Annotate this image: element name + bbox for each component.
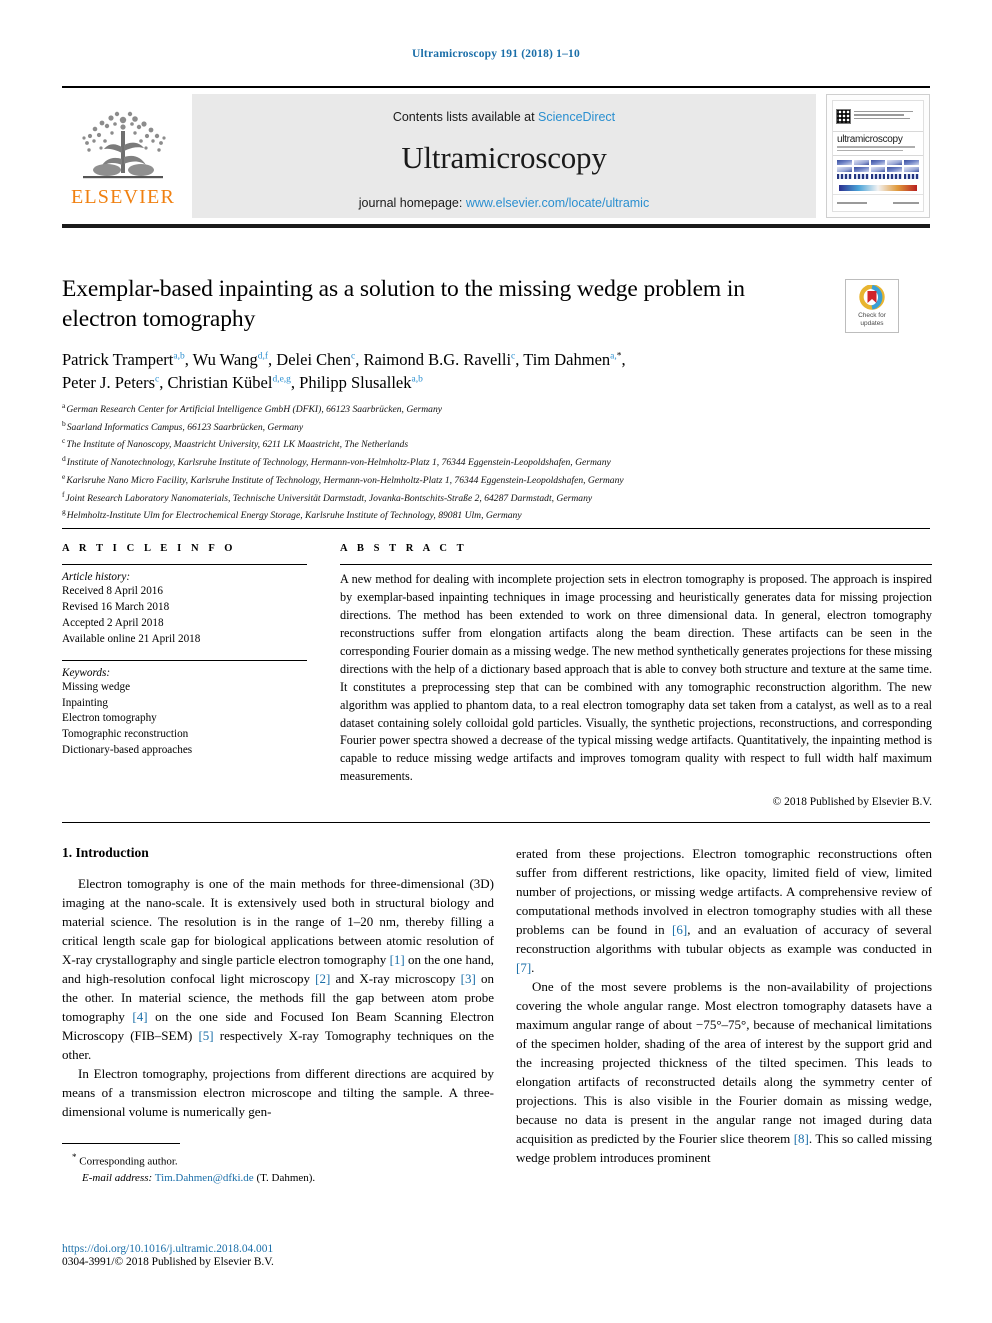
- intro-paragraph-1: Electron tomography is one of the main m…: [62, 876, 494, 1062]
- title-block: Exemplar-based inpainting as a solution …: [62, 274, 782, 334]
- affiliation-item: dInstitute of Nanotechnology, Karlsruhe …: [62, 453, 892, 471]
- cover-qr-icon: [836, 108, 851, 124]
- affiliation-item: aGerman Research Center for Artificial I…: [62, 400, 892, 418]
- affiliation-item: gHelmholtz-Institute Ulm for Electrochem…: [62, 506, 892, 524]
- affiliation-text: Saarland Informatics Campus, 66123 Saarb…: [66, 421, 304, 433]
- abstract-column: A B S T R A C T A new method for dealing…: [340, 543, 932, 808]
- footnote-rule: [62, 1143, 180, 1144]
- article-history-item: Revised 16 March 2018: [62, 600, 170, 613]
- abstract-rule: [340, 564, 932, 565]
- intro-paragraph-2-continued: erated from these projections. Electron …: [516, 846, 932, 975]
- keyword-item: Missing wedge: [62, 680, 131, 693]
- doi-link[interactable]: https://doi.org/10.1016/j.ultramic.2018.…: [62, 1243, 562, 1255]
- body-right-column: erated from these projections. Electron …: [516, 845, 932, 1167]
- corresponding-author-note: * Corresponding author.: [62, 1151, 494, 1171]
- footer-metadata: https://doi.org/10.1016/j.ultramic.2018.…: [62, 1243, 562, 1268]
- crossmark-icon: [859, 285, 885, 310]
- abstract-text: A new method for dealing with incomplete…: [340, 572, 932, 784]
- affiliation-item: fJoint Research Laboratory Nanomaterials…: [62, 489, 892, 507]
- crossmark-badge[interactable]: Check for updates: [845, 279, 899, 333]
- intro-paragraph-3: One of the most severe problems is the n…: [516, 978, 932, 1165]
- affiliation-marker: d: [62, 454, 66, 464]
- article-history-item: Received 8 April 2016: [62, 585, 163, 597]
- page-title: Exemplar-based inpainting as a solution …: [62, 276, 745, 333]
- footnote-star-marker: *: [72, 1152, 77, 1162]
- author-line-1: Patrick Tramperta,b, Wu Wangd,f, Delei C…: [62, 350, 626, 369]
- author-list: Patrick Tramperta,b, Wu Wangd,f, Delei C…: [62, 348, 862, 395]
- keyword-item: Tomographic reconstruction: [62, 728, 189, 741]
- banner-center-panel: Contents lists available at ScienceDirec…: [192, 94, 816, 218]
- affiliation-marker: g: [62, 507, 66, 517]
- keyword-list: Missing wedge Inpainting Electron tomograp…: [62, 680, 307, 760]
- affiliation-list: aGerman Research Center for Artificial I…: [62, 400, 892, 524]
- elsevier-tree-icon: [82, 111, 166, 179]
- affiliation-text: Helmholtz-Institute Ulm for Electrochemi…: [66, 510, 522, 522]
- cover-journal-name: ultramicroscopy: [837, 134, 903, 145]
- article-history-list: Received 8 April 2016 Revised 16 March 20…: [62, 584, 307, 648]
- crossmark-label-line1: Check for: [858, 312, 886, 320]
- contents-lists-prefix: Contents lists available at: [392, 110, 539, 124]
- crossmark-label-line2: updates: [860, 319, 884, 327]
- affiliation-marker: f: [62, 489, 65, 499]
- article-info-top-rule: [62, 528, 930, 529]
- elsevier-logo: ELSEVIER: [62, 88, 184, 224]
- intro-paragraph-2: In Electron tomography, projections from…: [62, 1065, 494, 1119]
- affiliation-marker: c: [62, 436, 66, 446]
- article-history-item: Available online 21 April 2018: [62, 632, 201, 645]
- body-left-column: 1. Introduction Electron tomography is o…: [62, 845, 494, 1122]
- affiliation-marker: e: [62, 471, 66, 481]
- abstract-heading: A B S T R A C T: [340, 543, 468, 554]
- journal-article-page: Ultramicroscopy 191 (2018) 1–10 ELSEVIER…: [0, 0, 992, 1323]
- journal-banner: ELSEVIER Contents lists available at Sci…: [62, 86, 930, 228]
- affiliation-text: Institute of Nanotechnology, Karlsruhe I…: [66, 457, 611, 469]
- journal-cover-thumbnail: ultramicroscopy: [826, 94, 930, 218]
- journal-homepage-prefix: journal homepage:: [358, 196, 466, 210]
- keyword-item: Dictionary-based approaches: [62, 744, 193, 757]
- affiliation-text: Karlsruhe Nano Micro Facility, Karlsruhe…: [66, 475, 624, 487]
- journal-homepage-line: journal homepage: www.elsevier.com/locat…: [359, 196, 649, 210]
- banner-bottom-rule: [62, 224, 930, 228]
- keywords-rule: [62, 659, 307, 661]
- keyword-item: Electron tomography: [62, 712, 157, 725]
- affiliation-text: German Research Center for Artificial In…: [66, 404, 443, 416]
- corresponding-author-text: Corresponding author.: [79, 1155, 178, 1168]
- issn-copyright-line: 0304-3991/© 2018 Published by Elsevier B…: [62, 1256, 274, 1268]
- article-history-label: Article history:: [62, 571, 131, 583]
- article-history-item: Accepted 2 April 2018: [62, 616, 164, 629]
- author-line-2: Peter J. Petersc, Christian Kübeld,e,g, …: [62, 373, 423, 393]
- article-info-rule: [62, 564, 307, 565]
- journal-homepage-link[interactable]: www.elsevier.com/locate/ultramic: [466, 196, 649, 210]
- keyword-item: Inpainting: [62, 696, 108, 709]
- elsevier-wordmark: ELSEVIER: [70, 186, 176, 208]
- article-info-bottom-rule: [62, 822, 930, 823]
- affiliation-marker: a: [62, 401, 66, 410]
- email-address-link[interactable]: Tim.Dahmen@dfki.de: [155, 1172, 254, 1184]
- cover-colorbar: [839, 185, 917, 191]
- email-address-label: E-mail address:: [82, 1171, 153, 1184]
- affiliation-item: eKarlsruhe Nano Micro Facility, Karlsruh…: [62, 471, 892, 489]
- affiliation-text: The Institute of Nanoscopy, Maastricht U…: [66, 439, 409, 451]
- keywords-label: Keywords:: [62, 666, 111, 679]
- section-title-introduction: 1. Introduction: [62, 845, 149, 860]
- sciencedirect-link[interactable]: ScienceDirect: [538, 110, 615, 124]
- footnote-block: * Corresponding author. E-mail address: …: [62, 1143, 494, 1187]
- email-address-suffix: (T. Dahmen).: [256, 1171, 316, 1184]
- email-note: E-mail address: Tim.Dahmen@dfki.de (T. D…: [62, 1171, 494, 1187]
- article-info-column: A R T I C L E I N F O Article history: R…: [62, 543, 307, 759]
- affiliation-item: bSaarland Informatics Campus, 66123 Saar…: [62, 418, 892, 436]
- affiliation-item: cThe Institute of Nanoscopy, Maastricht …: [62, 435, 892, 453]
- cover-figure-grid: [833, 155, 923, 183]
- abstract-copyright: © 2018 Published by Elsevier B.V.: [772, 796, 932, 809]
- contents-lists-line: Contents lists available at ScienceDirec…: [393, 110, 615, 124]
- journal-title: Ultramicroscopy: [401, 140, 607, 175]
- affiliation-text: Joint Research Laboratory Nanomaterials,…: [65, 492, 593, 504]
- running-head: Ultramicroscopy 191 (2018) 1–10: [412, 48, 580, 60]
- affiliation-marker: b: [62, 418, 66, 428]
- article-info-heading: A R T I C L E I N F O: [62, 543, 237, 554]
